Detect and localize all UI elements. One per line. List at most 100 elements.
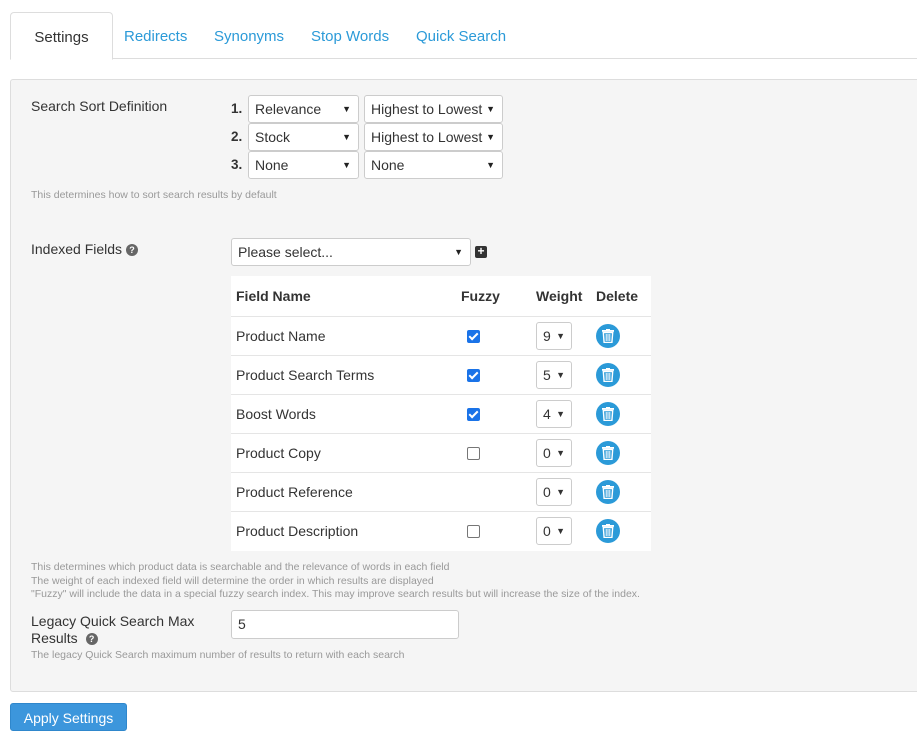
weight-select[interactable]: 4 ▼ bbox=[536, 400, 572, 428]
chevron-down-icon: ▼ bbox=[556, 448, 565, 458]
table-row: Product Search Terms 5 ▼ bbox=[231, 355, 651, 394]
sort-rank-1: 1. bbox=[231, 101, 243, 116]
delete-button[interactable] bbox=[596, 402, 620, 426]
tab-quick-search[interactable]: Quick Search bbox=[416, 12, 506, 59]
trash-icon bbox=[602, 446, 614, 460]
column-header-fuzzy: Fuzzy bbox=[461, 288, 500, 304]
tab-bar: Settings Redirects Synonyms Stop Words Q… bbox=[10, 12, 917, 60]
sort-field-value: Stock bbox=[255, 129, 291, 145]
fuzzy-checkbox[interactable] bbox=[467, 330, 480, 343]
tab-stop-words[interactable]: Stop Words bbox=[311, 12, 389, 59]
indexed-help-line: "Fuzzy" will include the data in a speci… bbox=[31, 588, 640, 600]
table-row: Boost Words 4 ▼ bbox=[231, 394, 651, 433]
fuzzy-checkbox[interactable] bbox=[467, 369, 480, 382]
delete-button[interactable] bbox=[596, 363, 620, 387]
legacy-help-text: The legacy Quick Search maximum number o… bbox=[31, 649, 405, 661]
chevron-down-icon: ▼ bbox=[556, 331, 565, 341]
trash-icon bbox=[602, 407, 614, 421]
chevron-down-icon: ▼ bbox=[556, 370, 565, 380]
tab-redirects[interactable]: Redirects bbox=[124, 12, 187, 59]
indexed-help-line: This determines which product data is se… bbox=[31, 561, 450, 573]
table-row: Product Name 9 ▼ bbox=[231, 316, 651, 355]
legacy-label-text: Results bbox=[31, 630, 78, 646]
table-row: Product Copy 0 ▼ bbox=[231, 433, 651, 472]
sort-rank-2: 2. bbox=[231, 129, 243, 144]
sort-definition-label: Search Sort Definition bbox=[31, 98, 168, 114]
chevron-down-icon: ▼ bbox=[454, 247, 463, 257]
weight-select[interactable]: 5 ▼ bbox=[536, 361, 572, 389]
sort-field-select-1[interactable]: Relevance ▼ bbox=[248, 95, 359, 123]
legacy-max-results-value: 5 bbox=[238, 616, 246, 632]
indexed-help-text: This determines which product data is se… bbox=[31, 561, 640, 602]
weight-select[interactable]: 0 ▼ bbox=[536, 478, 572, 506]
fuzzy-checkbox[interactable] bbox=[467, 408, 480, 421]
weight-value: 5 bbox=[543, 367, 551, 383]
field-name: Product Search Terms bbox=[236, 367, 375, 383]
indexed-fields-label: Indexed Fields ? bbox=[31, 241, 138, 257]
chevron-down-icon: ▼ bbox=[556, 409, 565, 419]
field-name: Product Reference bbox=[236, 484, 353, 500]
table-row: Product Reference 0 ▼ bbox=[231, 472, 651, 511]
chevron-down-icon: ▼ bbox=[486, 104, 495, 114]
help-icon[interactable]: ? bbox=[125, 244, 138, 256]
trash-icon bbox=[602, 524, 614, 538]
chevron-down-icon: ▼ bbox=[342, 132, 351, 142]
legacy-label-line-1: Legacy Quick Search Max bbox=[31, 613, 195, 629]
indexed-help-line: The weight of each indexed field will de… bbox=[31, 574, 434, 587]
column-header-field-name: Field Name bbox=[236, 288, 311, 304]
indexed-field-placeholder: Please select... bbox=[238, 244, 333, 260]
weight-select[interactable]: 9 ▼ bbox=[536, 322, 572, 350]
chevron-down-icon: ▼ bbox=[486, 132, 495, 142]
apply-settings-button[interactable]: Apply Settings bbox=[10, 703, 127, 731]
indexed-field-select[interactable]: Please select... ▼ bbox=[231, 238, 471, 266]
chevron-down-icon: ▼ bbox=[486, 160, 495, 170]
sort-field-value: None bbox=[255, 157, 289, 173]
field-name: Boost Words bbox=[236, 406, 316, 422]
field-name: Product Name bbox=[236, 328, 326, 344]
tab-settings[interactable]: Settings bbox=[10, 12, 113, 60]
sort-order-select-2[interactable]: Highest to Lowest ▼ bbox=[364, 123, 503, 151]
fuzzy-checkbox[interactable] bbox=[467, 525, 480, 538]
fuzzy-checkbox[interactable] bbox=[467, 447, 480, 460]
delete-button[interactable] bbox=[596, 519, 620, 543]
sort-help-text: This determines how to sort search resul… bbox=[31, 189, 277, 201]
legacy-max-results-label: Legacy Quick Search Max Results ? bbox=[31, 613, 194, 647]
chevron-down-icon: ▼ bbox=[556, 526, 565, 536]
weight-value: 0 bbox=[543, 523, 551, 539]
trash-icon bbox=[602, 368, 614, 382]
sort-field-select-2[interactable]: Stock ▼ bbox=[248, 123, 359, 151]
weight-value: 0 bbox=[543, 484, 551, 500]
sort-field-value: Relevance bbox=[255, 101, 322, 117]
trash-icon bbox=[602, 329, 614, 343]
tab-synonyms[interactable]: Synonyms bbox=[214, 12, 284, 59]
sort-order-value: None bbox=[371, 157, 405, 173]
delete-button[interactable] bbox=[596, 324, 620, 348]
chevron-down-icon: ▼ bbox=[342, 104, 351, 114]
weight-value: 0 bbox=[543, 445, 551, 461]
weight-select[interactable]: 0 ▼ bbox=[536, 517, 572, 545]
sort-rank-3: 3. bbox=[231, 157, 243, 172]
legacy-label-line-2: Results ? bbox=[31, 630, 194, 647]
legacy-max-results-input[interactable]: 5 bbox=[231, 610, 459, 639]
table-row: Product Description 0 ▼ bbox=[231, 511, 651, 550]
help-icon[interactable]: ? bbox=[85, 633, 98, 645]
weight-value: 9 bbox=[543, 328, 551, 344]
add-field-icon[interactable]: + bbox=[475, 245, 487, 258]
weight-value: 4 bbox=[543, 406, 551, 422]
sort-order-value: Highest to Lowest bbox=[371, 129, 483, 145]
sort-order-select-3[interactable]: None ▼ bbox=[364, 151, 503, 179]
sort-order-select-1[interactable]: Highest to Lowest ▼ bbox=[364, 95, 503, 123]
sort-order-value: Highest to Lowest bbox=[371, 101, 483, 117]
sort-field-select-3[interactable]: None ▼ bbox=[248, 151, 359, 179]
weight-select[interactable]: 0 ▼ bbox=[536, 439, 572, 467]
column-header-delete: Delete bbox=[596, 288, 639, 304]
trash-icon bbox=[602, 485, 614, 499]
delete-button[interactable] bbox=[596, 441, 620, 465]
settings-panel: Search Sort Definition 1. Relevance ▼ Hi… bbox=[10, 79, 917, 692]
field-name: Product Copy bbox=[236, 445, 321, 461]
indexed-fields-label-text: Indexed Fields bbox=[31, 241, 123, 257]
chevron-down-icon: ▼ bbox=[342, 160, 351, 170]
indexed-fields-table: Field Name Fuzzy Weight Delete Product N… bbox=[231, 276, 651, 551]
column-header-weight: Weight bbox=[536, 288, 583, 304]
delete-button[interactable] bbox=[596, 480, 620, 504]
